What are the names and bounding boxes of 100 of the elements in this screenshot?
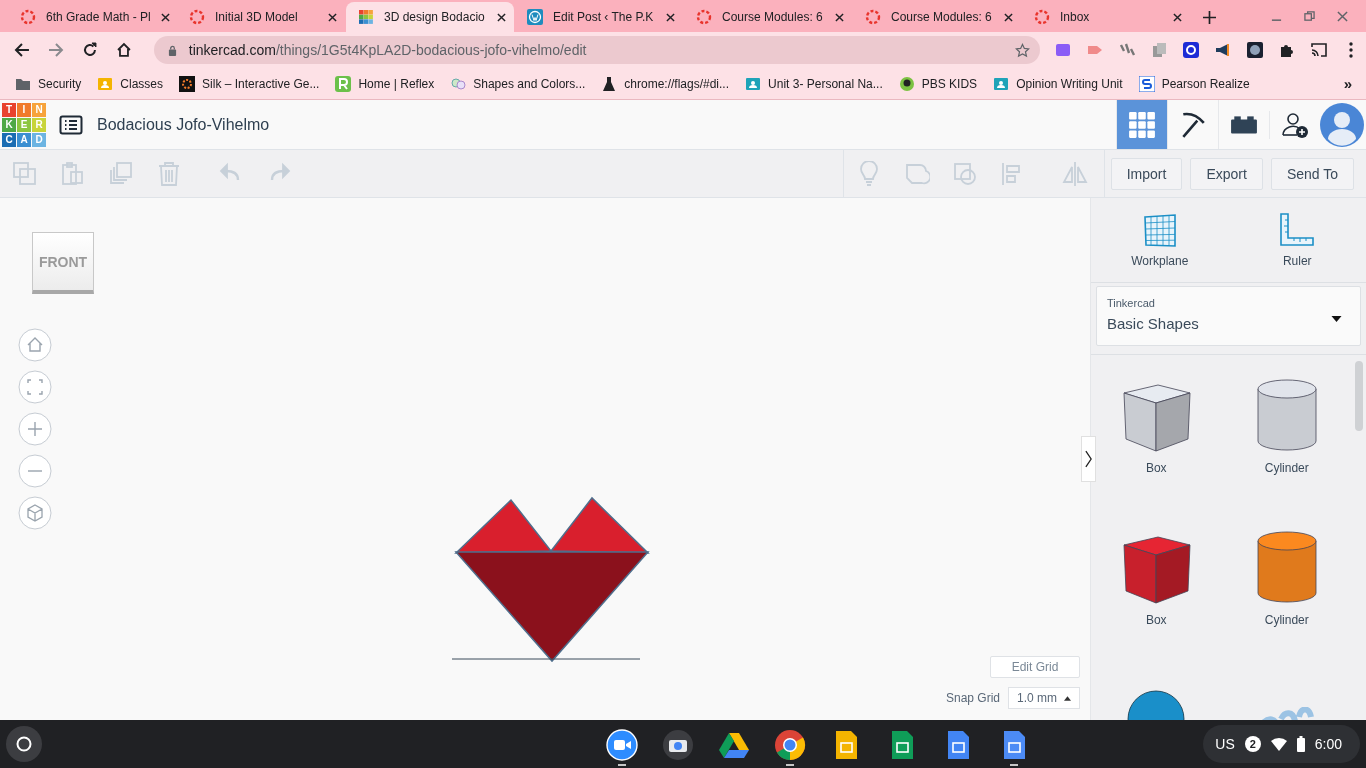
scrollbar[interactable] (1355, 361, 1363, 431)
chevron-icon (1085, 450, 1092, 468)
shape-label: Cylinder (1264, 461, 1309, 475)
input-method-label: US (1215, 736, 1235, 752)
design-title[interactable]: Bodacious Jofo-Vihelmo (97, 115, 270, 134)
flask-icon (601, 75, 618, 92)
pattern-icon (179, 75, 196, 92)
video-app-icon[interactable] (605, 728, 638, 761)
camera-app-icon[interactable] (661, 728, 694, 761)
running-indicator (1009, 763, 1018, 766)
logo-letter: T (2, 102, 16, 117)
board-icon (97, 75, 114, 92)
bookmark[interactable]: chrome://flags/#di... (601, 75, 730, 92)
back-arrow-icon[interactable] (14, 42, 30, 58)
star-icon[interactable] (1015, 42, 1031, 58)
tab-title: Course Modules: 6 (722, 10, 824, 24)
toolbar-button[interactable]: Send To (1270, 157, 1354, 190)
bookmark[interactable]: Home | Reflex (335, 75, 435, 92)
bookmark[interactable]: Classes (97, 75, 164, 92)
battery-icon (1296, 736, 1305, 752)
close-icon[interactable] (1173, 12, 1182, 22)
bookmark-label: Home | Reflex (358, 76, 435, 91)
close-icon[interactable] (497, 12, 506, 22)
url-text: tinkercad.com/things/1G5t4KpLA2D-bodacious-jofo-vihelmo/edit (188, 42, 588, 58)
chrome-app-icon[interactable] (773, 728, 806, 761)
tab-title: 3D design Bodacio (384, 10, 486, 24)
bookmark[interactable]: Opinion Writing Unit (993, 75, 1123, 92)
dashed-ring-icon (1034, 9, 1050, 25)
toolbar-button[interactable]: Export (1190, 157, 1263, 190)
bookmark-label: Silk – Interactive Ge... (202, 76, 320, 91)
logo-letter: I (17, 102, 31, 117)
logo-letter: C (2, 132, 16, 147)
browser-tab[interactable]: Initial 3D Model (177, 2, 345, 32)
ruler-icon (1279, 212, 1316, 248)
logo-letter: K (2, 117, 16, 132)
snap-grid-select[interactable]: 1.0 mm (1008, 687, 1080, 709)
edit-grid-button[interactable]: Edit Grid (990, 656, 1080, 678)
running-indicator (785, 763, 794, 766)
dashed-ring-icon (20, 9, 36, 25)
bookmark[interactable]: Unit 3- Personal Na... (745, 75, 883, 92)
board-icon (745, 75, 762, 92)
bookmark[interactable]: PBS KIDS (898, 75, 978, 92)
dashed-ring-icon (865, 9, 881, 25)
restore-icon[interactable] (1304, 11, 1315, 22)
logo-letter: R (32, 117, 46, 132)
close-icon[interactable] (160, 12, 170, 22)
launcher-icon[interactable] (6, 726, 42, 762)
bookmark[interactable]: Pearson Realize (1138, 75, 1250, 92)
browser-tab[interactable]: Course Modules: 6 (853, 2, 1021, 32)
bookmark-label: Shapes and Colors... (473, 76, 586, 91)
bookmark-label: Pearson Realize (1161, 76, 1250, 91)
bookmark-label: PBS KIDS (921, 76, 978, 91)
colored-grid-icon (358, 9, 374, 25)
round-logo-icon (898, 75, 915, 92)
logo-letter: E (17, 117, 31, 132)
tab-title: 6th Grade Math - Pl (46, 10, 151, 24)
extension-icon[interactable] (1182, 41, 1201, 59)
browser-tab[interactable]: Edit Post ‹ The P.K (515, 2, 683, 32)
browser-tab[interactable]: Course Modules: 6 (684, 2, 852, 32)
forward-arrow-icon[interactable] (47, 42, 64, 58)
plus-icon[interactable] (1203, 11, 1216, 24)
grid-plane-icon (1141, 212, 1178, 248)
bookmark[interactable]: Shapes and Colors... (450, 75, 586, 92)
close-icon[interactable] (328, 12, 337, 22)
bookmark[interactable]: Silk – Interactive Ge... (179, 75, 320, 92)
close-icon[interactable] (835, 12, 844, 22)
wifi-icon (1270, 737, 1287, 751)
bookmark-label: Classes (120, 76, 164, 91)
collapse-panel-button[interactable] (1081, 436, 1096, 482)
panel-tool-button[interactable]: Ruler (1228, 198, 1366, 282)
close-icon[interactable] (666, 12, 675, 22)
shape-tile[interactable]: Box (1091, 375, 1222, 527)
status-tray[interactable]: US 2 6:00 (1203, 725, 1360, 763)
lock-icon (167, 44, 177, 56)
bookmark-label: Security (38, 76, 82, 91)
w-logo-icon (527, 9, 543, 25)
extension-icon[interactable] (1246, 41, 1265, 59)
bookmark[interactable]: Security (15, 75, 82, 92)
s-logo-icon (1138, 75, 1155, 92)
board-icon (993, 75, 1010, 92)
logo[interactable]: T I N K E R C A D (2, 102, 46, 147)
dashed-ring-icon (696, 9, 712, 25)
close-icon[interactable] (1004, 12, 1013, 22)
logo-letter: D (32, 132, 46, 147)
cast-icon[interactable] (1310, 41, 1329, 59)
address-field[interactable]: tinkercad.com/things/1G5t4KpLA2D-bodacious-jofo-vihelmo/edit (153, 36, 1041, 64)
shape-library-select[interactable]: Tinkercad Basic Shapes (1096, 286, 1361, 346)
browser-tab[interactable]: 6th Grade Math - Pl (8, 2, 176, 32)
home-icon[interactable] (115, 42, 132, 58)
browser-tab[interactable]: Inbox (1022, 2, 1190, 32)
browser-tab[interactable]: 3D design Bodacio (346, 2, 514, 32)
reload-icon[interactable] (81, 42, 98, 58)
more-bookmarks-button[interactable]: » (1343, 75, 1352, 92)
shape-tile[interactable]: Cylinder (1221, 527, 1352, 679)
logo-letter: A (17, 132, 31, 147)
toolbar-button[interactable]: Import (1110, 157, 1183, 190)
shape-tile[interactable]: Box (1091, 527, 1222, 679)
r-logo-icon (335, 75, 352, 92)
shape-tile[interactable]: Cylinder (1221, 375, 1352, 527)
panel-tool-button[interactable]: Workplane (1091, 198, 1229, 282)
